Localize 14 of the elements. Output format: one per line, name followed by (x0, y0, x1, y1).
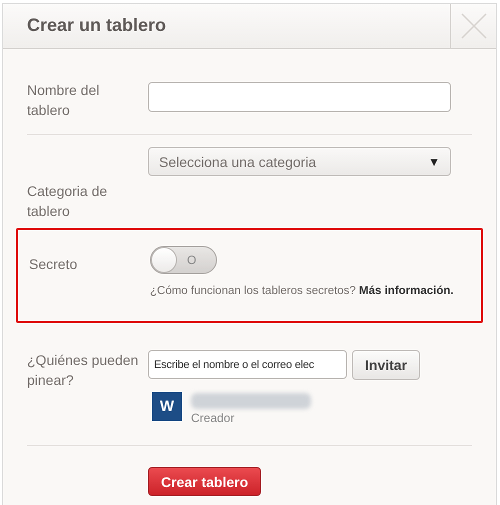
field-label: Nombre del tablero (27, 81, 100, 120)
invite-field[interactable]: Escribe el nombre o el correo elec (148, 350, 347, 379)
field-label: Secreto (29, 255, 78, 274)
field-label: ¿Quiénes pueden pinear? (27, 351, 140, 390)
avatar: W (152, 392, 182, 421)
category-dropdown[interactable]: Selecciona una categoria ▼ (148, 147, 451, 176)
help-text: ¿Cómo funcionan los tableros secretos? Más información. (150, 285, 455, 297)
create-button[interactable]: Crear tablero (148, 467, 262, 496)
input-field[interactable] (148, 82, 451, 112)
invite-button[interactable]: Invitar (352, 350, 420, 380)
field-label: Categoria de tablero (27, 182, 108, 221)
close-icon (460, 12, 488, 40)
member-role: Creador (191, 411, 236, 425)
dialog-title: Crear un tablero (26, 14, 168, 37)
